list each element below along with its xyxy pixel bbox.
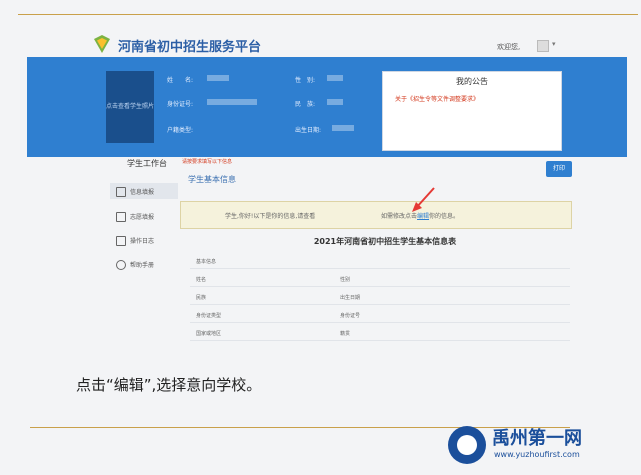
table-cell: 出生日期 (340, 295, 361, 301)
student-banner: 点击查看学生照片 姓 名: 身份证号: 户籍类型: 性 别: 民 族: 出生日期… (27, 57, 627, 157)
table-cell: 籍贯 (340, 331, 351, 337)
warning-text: 请按要求填写以下信息 (182, 159, 233, 165)
edit-link[interactable]: 编辑 (417, 213, 429, 220)
sidebar-item-label: 志愿填报 (130, 214, 155, 221)
id-number-label: 身份证号: (167, 101, 194, 108)
sidebar-title: 学生工作台 (127, 159, 167, 168)
notice-title: 我的公告 (456, 77, 488, 86)
info-icon (116, 260, 126, 270)
table-cell: 身份证类型 (196, 313, 222, 319)
notice-item[interactable]: 关于《招生令等文件调整要求》 (395, 94, 479, 103)
table-row: 基本信息 (190, 254, 570, 269)
table-row: 姓名 性别 (190, 272, 570, 287)
gender-label: 性 别: (295, 77, 316, 84)
tip-text: 学生,你好!以下是你的信息,请查看 (225, 213, 316, 220)
birth-date-value (332, 125, 354, 131)
app-header: 河南省初中招生服务平台 欢迎您, ▾ (92, 30, 592, 60)
table-title: 2021年河南省初中招生学生基本信息表 (313, 237, 457, 246)
sidebar-item-label: 操作日志 (130, 238, 155, 245)
watermark-logo-center (457, 435, 477, 455)
table-cell: 身份证号 (340, 313, 361, 319)
logo-icon (94, 35, 110, 53)
student-photo[interactable]: 点击查看学生照片 (106, 71, 154, 143)
log-icon (116, 236, 126, 246)
table-cell: 性别 (340, 277, 351, 283)
table-cell: 民族 (196, 295, 207, 301)
user-avatar[interactable] (537, 40, 549, 52)
slide-frame: 河南省初中招生服务平台 欢迎您, ▾ 点击查看学生照片 姓 名: 身份证号: 户… (0, 0, 641, 475)
table-row: 国家或地区 籍贯 (190, 326, 570, 341)
student-photo-label: 点击查看学生照片 (106, 103, 155, 110)
tip-suffix: 你的信息。 (429, 213, 460, 220)
sidebar-item-label: 信息填报 (130, 189, 155, 196)
household-type-label: 户籍类型: (167, 127, 194, 134)
table-row: 民族 出生日期 (190, 290, 570, 305)
watermark: 禹州第一网 www.yuzhoufirst.com (448, 420, 638, 470)
table-cell: 国家或地区 (196, 331, 222, 337)
print-button[interactable]: 打印 (546, 161, 572, 177)
name-label: 姓 名: (167, 77, 194, 84)
notice-panel: 我的公告 关于《招生令等文件调整要求》 (382, 71, 562, 151)
table-section-label: 基本信息 (196, 259, 217, 265)
table-cell: 姓名 (196, 277, 207, 283)
sidebar-item-log[interactable]: 操作日志 (110, 232, 178, 248)
top-divider (18, 14, 638, 15)
table-row: 身份证类型 身份证号 (190, 308, 570, 323)
ethnicity-label: 民 族: (295, 101, 316, 108)
watermark-logo-icon (448, 426, 486, 464)
red-arrow-icon (412, 187, 435, 212)
id-number-value (207, 99, 257, 105)
ethnicity-value (327, 99, 343, 105)
sidebar-item-help[interactable]: 帮助手册 (110, 256, 178, 272)
gender-value (327, 75, 343, 81)
user-icon (116, 187, 126, 197)
watermark-url: www.yuzhoufirst.com (494, 450, 580, 459)
watermark-title: 禹州第一网 (492, 428, 582, 449)
app-title: 河南省初中招生服务平台 (118, 40, 262, 55)
name-value (207, 75, 229, 81)
section-title: 学生基本信息 (188, 175, 236, 184)
tip-prefix: 如需修改点击 (381, 213, 418, 220)
sidebar-item-preferences[interactable]: 志愿填报 (110, 208, 178, 224)
birth-date-label: 出生日期: (295, 127, 322, 134)
welcome-text: 欢迎您, (497, 43, 521, 51)
chevron-down-icon[interactable]: ▾ (552, 40, 556, 48)
sidebar-item-info[interactable]: 信息填报 (110, 183, 178, 199)
tip-bar: 学生,你好!以下是你的信息,请查看 如需修改点击编辑你的信息。 (180, 201, 572, 229)
sidebar-item-label: 帮助手册 (130, 262, 155, 269)
instruction-caption: 点击“编辑”,选择意向学校。 (76, 376, 262, 394)
document-icon (116, 212, 126, 222)
